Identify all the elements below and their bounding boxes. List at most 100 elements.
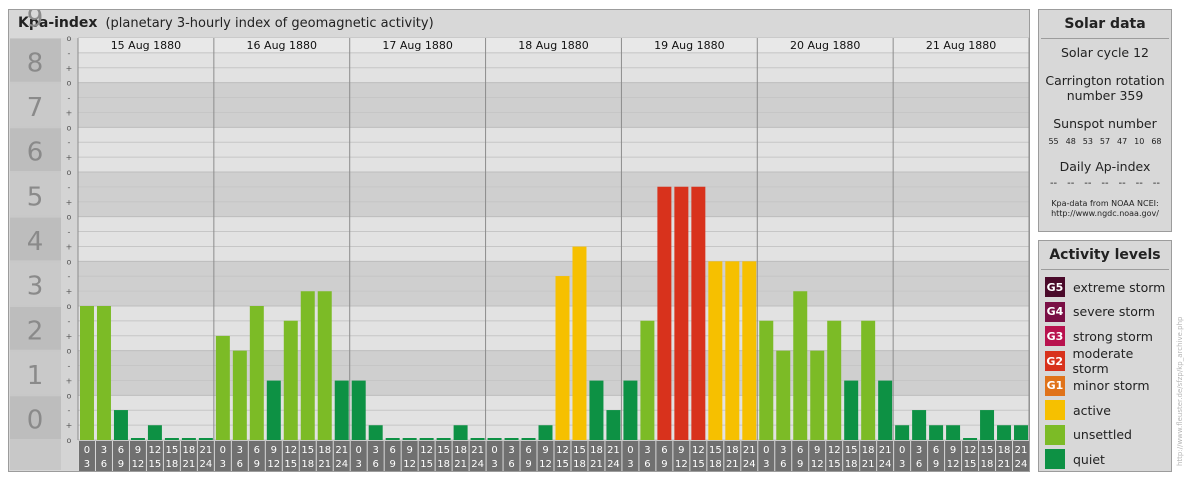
interval-start-label: 0 [627, 445, 633, 456]
day-label: 18 Aug 1880 [518, 39, 588, 52]
interval-end-label: 9 [254, 459, 260, 470]
interval-end-label: 6 [101, 459, 107, 470]
interval-start-label: 21 [1015, 445, 1028, 456]
kp-bar [300, 291, 315, 440]
interval-end-label: 24 [1015, 459, 1028, 470]
legend-item-strong-storm: G3 strong storm [1039, 324, 1171, 349]
activity-levels-panel: Activity levels G5 extreme storm G4 severe … [1038, 240, 1172, 472]
sub-tick-label: o [67, 257, 72, 266]
interval-start-label: 18 [862, 445, 875, 456]
kp-bar [147, 425, 162, 440]
kp-bar [657, 186, 672, 440]
kp-bar [623, 380, 638, 440]
interval-start-label: 0 [356, 445, 362, 456]
interval-end-label: 9 [525, 459, 531, 470]
sub-tick-label: + [66, 108, 73, 117]
interval-start-label: 18 [183, 445, 196, 456]
sub-tick-label: - [68, 94, 71, 103]
interval-end-label: 3 [84, 459, 90, 470]
kp-bar [776, 350, 791, 440]
interval-start-label: 21 [471, 445, 484, 456]
interval-end-label: 9 [118, 459, 124, 470]
interval-start-label: 18 [998, 445, 1011, 456]
interval-end-label: 12 [947, 459, 960, 470]
day-label: 16 Aug 1880 [247, 39, 317, 52]
interval-start-label: 18 [726, 445, 739, 456]
interval-start-label: 6 [525, 445, 531, 456]
legend-swatch [1045, 449, 1065, 470]
sub-tick-label: + [66, 332, 73, 341]
interval-end-label: 12 [675, 459, 688, 470]
ap-value: -- [1118, 178, 1126, 189]
sunspot-value: 47 [1117, 137, 1128, 146]
interval-start-label: 15 [845, 445, 858, 456]
interval-end-label: 3 [491, 459, 497, 470]
interval-end-label: 21 [726, 459, 739, 470]
kp-bar [521, 438, 536, 440]
interval-end-label: 9 [389, 459, 395, 470]
kp-bar [385, 438, 400, 440]
interval-start-label: 9 [271, 445, 277, 456]
interval-end-label: 18 [166, 459, 179, 470]
kp-bar [283, 320, 298, 440]
interval-end-label: 12 [811, 459, 824, 470]
kp-bar [317, 291, 332, 440]
interval-end-label: 21 [590, 459, 603, 470]
kp-bar [708, 261, 723, 440]
interval-end-label: 21 [998, 459, 1011, 470]
kp-bar [691, 186, 706, 440]
sub-tick-label: - [68, 138, 71, 147]
interval-start-label: 12 [284, 445, 297, 456]
interval-start-label: 12 [420, 445, 433, 456]
kp-bar [963, 438, 978, 440]
interval-end-label: 24 [335, 459, 348, 470]
interval-end-label: 3 [627, 459, 633, 470]
legend-item-unsettled: unsettled [1039, 423, 1171, 448]
activity-legend: G5 extreme storm G4 severe storm G3 strong st… [1039, 275, 1171, 472]
ap-value: -- [1084, 178, 1092, 189]
ap-value: -- [1152, 178, 1161, 189]
kp-bar [929, 425, 944, 440]
interval-end-label: 15 [692, 459, 705, 470]
interval-start-label: 3 [373, 445, 379, 456]
sunspot-value: 55 [1048, 137, 1059, 146]
day-label: 17 Aug 1880 [382, 39, 452, 52]
kp-bar [538, 425, 553, 440]
kpa-bar-chart: 0123456789+o+o-+o-+o-+o-+o-+o-+o-+o-o-15… [10, 10, 1030, 471]
sub-tick-label: o [67, 79, 72, 88]
y-tick-label: 4 [27, 227, 44, 257]
legend-label: extreme storm [1073, 279, 1166, 295]
sub-tick-label: + [66, 153, 73, 162]
interval-start-label: 0 [220, 445, 226, 456]
interval-end-label: 6 [780, 459, 786, 470]
sub-tick-label: - [68, 183, 71, 192]
interval-start-label: 15 [301, 445, 314, 456]
solar-data-title: Solar data [1041, 10, 1169, 39]
kp-bar [946, 425, 961, 440]
legend-item-moderate-storm: G2 moderate storm [1039, 346, 1171, 376]
subtick-band [61, 38, 78, 470]
kp-bar [130, 438, 145, 440]
kp-bar [674, 186, 689, 440]
level-band [78, 172, 1029, 217]
interval-end-label: 6 [644, 459, 650, 470]
interval-start-label: 3 [508, 445, 514, 456]
level-band [78, 127, 1029, 172]
legend-swatch: G5 [1045, 277, 1065, 298]
ap-value: -- [1049, 178, 1058, 189]
day-label: 19 Aug 1880 [654, 39, 724, 52]
sub-tick-label: - [68, 362, 71, 371]
legend-label: active [1073, 402, 1111, 418]
interval-end-label: 21 [318, 459, 331, 470]
y-tick-label: 2 [27, 316, 44, 346]
interval-start-label: 0 [84, 445, 90, 456]
interval-start-label: 9 [406, 445, 412, 456]
solar-data-panel: Solar data Solar cycle 12 Carrington rot… [1038, 9, 1172, 232]
interval-end-label: 21 [862, 459, 875, 470]
interval-start-label: 3 [101, 445, 107, 456]
sub-tick-label: - [68, 272, 71, 281]
kp-bar [164, 438, 179, 440]
interval-end-label: 18 [573, 459, 586, 470]
interval-end-label: 24 [199, 459, 212, 470]
y-tick-label: 7 [27, 93, 44, 123]
